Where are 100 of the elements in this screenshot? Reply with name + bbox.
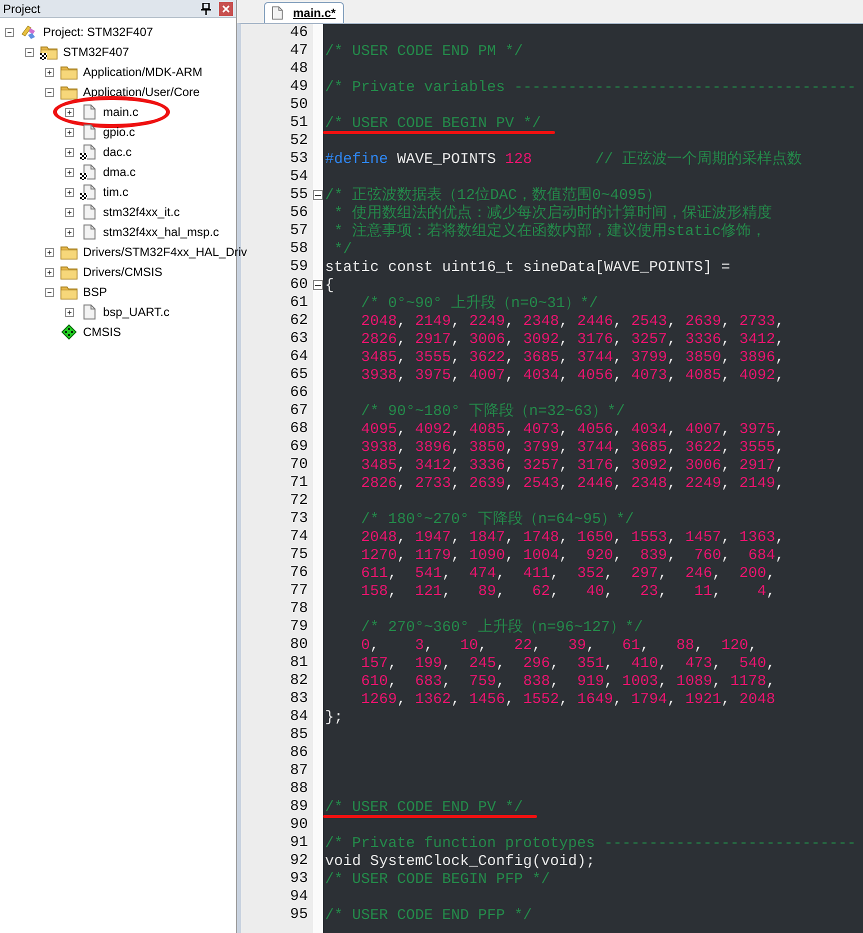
line-number: 62	[288, 312, 309, 330]
tree-item[interactable]: BSP	[83, 282, 108, 302]
line-number: 59	[288, 258, 309, 276]
line-number: 75	[288, 546, 309, 564]
tree-item[interactable]: CMSIS	[83, 322, 122, 342]
expand-toggle[interactable]	[65, 148, 74, 156]
code-line: {	[325, 277, 334, 295]
line-number: 92	[288, 852, 309, 870]
tree-item[interactable]: stm32f4xx_hal_msp.c	[103, 222, 220, 242]
line-number: 55	[288, 186, 309, 204]
folder-gear-icon	[40, 44, 58, 60]
tree-item[interactable]: dac.c	[103, 142, 132, 162]
code-line: /* 0°~90° 上升段（n=0~31）*/	[360, 295, 598, 313]
expand-toggle[interactable]	[65, 128, 74, 136]
line-number: 74	[288, 528, 309, 546]
line-number: 49	[288, 78, 309, 96]
line-number: 94	[288, 888, 309, 906]
collapse-toggle[interactable]	[45, 288, 54, 296]
editor-tab[interactable]: main.c*	[264, 2, 344, 23]
code-line: 3938, 3975, 4007, 4034, 4056, 4073, 4085, 4092,	[360, 367, 784, 385]
line-number: 48	[288, 60, 309, 78]
line-number: 69	[288, 438, 309, 456]
collapse-toggle[interactable]	[45, 88, 54, 96]
expand-toggle[interactable]	[45, 268, 54, 276]
line-number: 47	[288, 42, 309, 60]
code-line: /* 正弦波数据表（12位DAC，数值范围0~4095）	[325, 187, 662, 204]
expand-toggle[interactable]	[65, 108, 74, 116]
tree-item[interactable]: Drivers/CMSIS	[83, 262, 162, 282]
collapse-toggle[interactable]	[25, 48, 34, 56]
code-line: };	[325, 709, 344, 727]
code-line: /* Private function prototypes ----------------------------	[325, 835, 856, 853]
code-line: /* 90°~180° 下降段（n=32~63）*/	[360, 403, 626, 421]
line-number: 78	[288, 600, 309, 618]
code-line: 157, 199, 245, 296, 351, 410, 473, 540,	[360, 655, 776, 673]
expand-toggle[interactable]	[65, 228, 74, 236]
fold-toggle[interactable]	[313, 280, 323, 290]
tree-item[interactable]: STM32F407	[63, 42, 130, 62]
line-number: 65	[288, 366, 309, 384]
line-number: 66	[288, 384, 309, 402]
line-number: 93	[288, 870, 309, 888]
tree-item[interactable]: Application/MDK-ARM	[83, 62, 202, 82]
expand-toggle[interactable]	[65, 208, 74, 216]
tree-item[interactable]: Project: STM32F407	[43, 22, 154, 42]
line-number: 86	[288, 744, 309, 762]
code-line: 0, 3, 10, 22, 39, 61, 88, 120,	[360, 637, 758, 655]
code-line: */	[333, 241, 352, 259]
expand-toggle[interactable]	[65, 308, 74, 316]
tree-item[interactable]: bsp_UART.c	[103, 302, 170, 322]
line-number: 52	[288, 132, 309, 150]
fold-toggle[interactable]	[313, 190, 323, 200]
line-number: 56	[288, 204, 309, 222]
line-number: 89	[288, 798, 309, 816]
tree-item[interactable]: gpio.c	[103, 122, 136, 142]
line-number: 61	[288, 294, 309, 312]
code-line: 4095, 4092, 4085, 4073, 4056, 4034, 4007, 3975,	[360, 421, 784, 439]
line-number: 77	[288, 582, 309, 600]
folder-icon	[60, 284, 78, 300]
code-line: /* Private variables --------------------------------------	[325, 79, 856, 97]
collapse-toggle[interactable]	[5, 28, 14, 36]
code-line: 158, 121, 89, 62, 40, 23, 11, 4,	[360, 583, 776, 601]
code-line: 1269, 1362, 1456, 1552, 1649, 1794, 1921, 2048	[360, 691, 776, 709]
folder-icon	[60, 264, 78, 280]
code-line: /* 270°~360° 上升段（n=96~127）*/	[360, 619, 644, 637]
file-gear-icon	[80, 144, 98, 160]
pin-icon[interactable]	[201, 2, 211, 14]
expand-toggle[interactable]	[45, 68, 54, 76]
line-number: 64	[288, 348, 309, 366]
code-line: 2048, 1947, 1847, 1748, 1650, 1553, 1457, 1363,	[360, 529, 784, 547]
line-number: 87	[288, 762, 309, 780]
line-number: 67	[288, 402, 309, 420]
line-number: 54	[288, 168, 309, 186]
file-icon	[269, 5, 285, 21]
tree-item[interactable]: main.c	[103, 102, 138, 122]
code-line: /* USER CODE END PFP */	[325, 907, 532, 925]
tree-item[interactable]: stm32f4xx_it.c	[103, 202, 180, 222]
line-number: 63	[288, 330, 309, 348]
line-number: 79	[288, 618, 309, 636]
line-number: 70	[288, 456, 309, 474]
tree-item[interactable]: tim.c	[103, 182, 128, 202]
code-line: 2048, 2149, 2249, 2348, 2446, 2543, 2639, 2733,	[360, 313, 784, 331]
code-line: 3485, 3412, 3336, 3257, 3176, 3092, 3006, 2917,	[360, 457, 784, 475]
expand-toggle[interactable]	[65, 188, 74, 196]
code-line: 2826, 2917, 3006, 3092, 3176, 3257, 3336, 3412,	[360, 331, 784, 349]
line-number: 88	[288, 780, 309, 798]
line-number: 57	[288, 222, 309, 240]
file-gear-icon	[80, 164, 98, 180]
expand-toggle[interactable]	[45, 248, 54, 256]
tree-item[interactable]: dma.c	[103, 162, 136, 182]
tree-item[interactable]: Drivers/STM32F4xx_HAL_Driv	[83, 242, 248, 262]
file-gear-icon	[80, 184, 98, 200]
code-line: /* USER CODE END PV */	[325, 799, 524, 817]
project-icon	[20, 24, 38, 40]
close-button[interactable]	[219, 2, 233, 16]
code-line: * 使用数组法的优点：减少每次启动时的计算时间，保证波形精度	[333, 205, 772, 222]
expand-toggle[interactable]	[65, 168, 74, 176]
code-line: /* USER CODE BEGIN PV */	[325, 115, 542, 133]
code-line: /* USER CODE BEGIN PFP */	[325, 871, 550, 889]
line-number: 82	[288, 672, 309, 690]
tree-item[interactable]: Application/User/Core	[83, 82, 200, 102]
line-number: 51	[288, 114, 309, 132]
